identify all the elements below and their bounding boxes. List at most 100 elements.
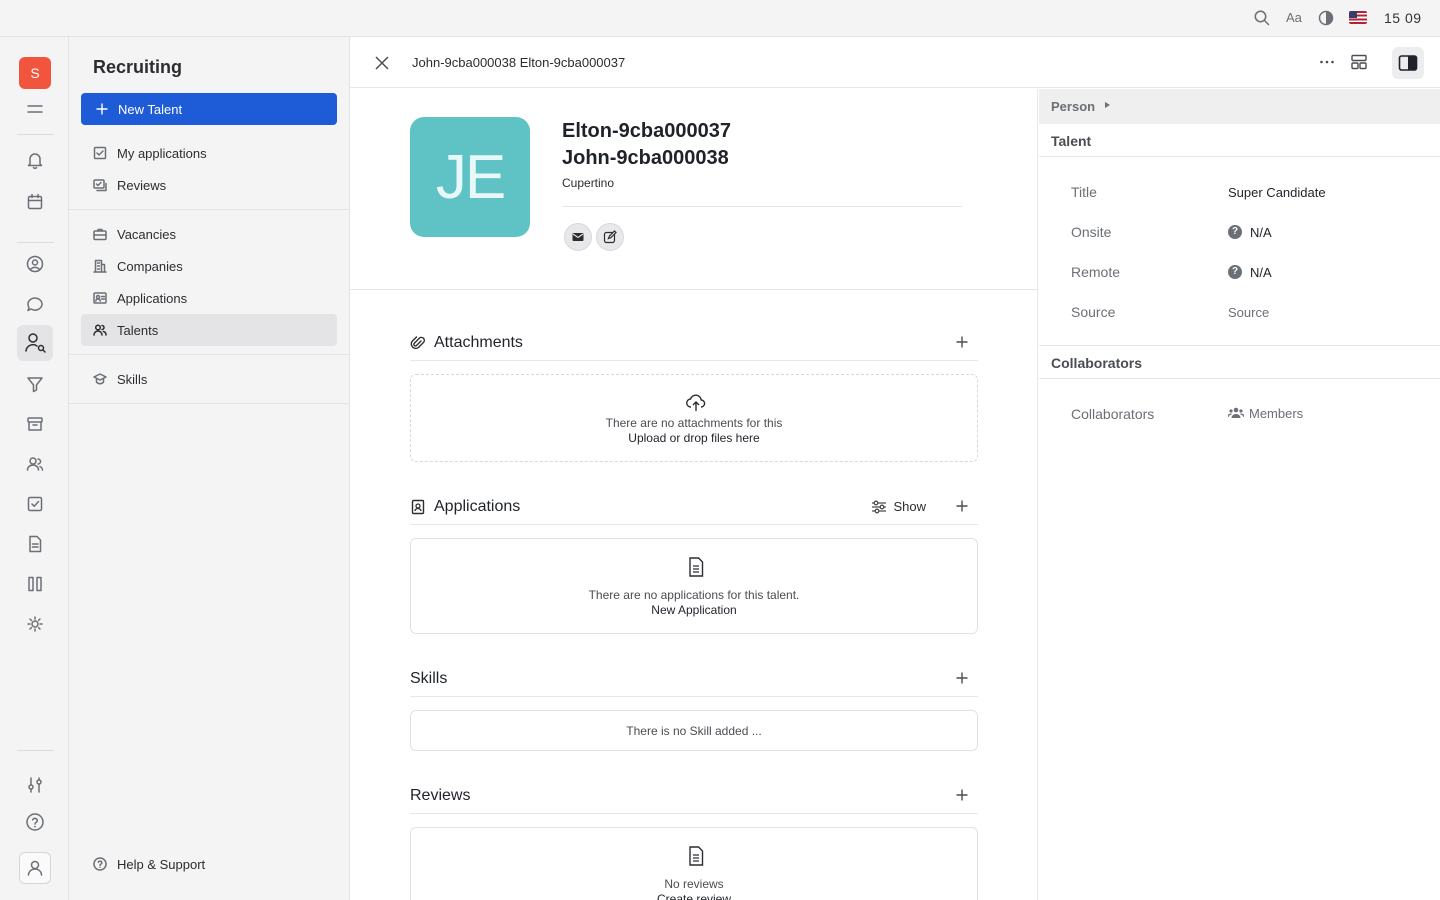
create-review-link[interactable]: Create review (411, 892, 977, 900)
recruiting-icon[interactable] (17, 325, 53, 361)
show-filter-button[interactable]: Show (872, 499, 926, 514)
bell-icon[interactable] (24, 149, 46, 171)
menu-icon[interactable] (24, 98, 46, 120)
font-size-button[interactable]: Aa (1286, 10, 1302, 25)
search-icon[interactable] (1253, 9, 1271, 27)
onsite-value[interactable]: N/A (1250, 225, 1272, 240)
field-label-source: Source (1071, 304, 1116, 320)
nav-item-reviews[interactable]: Reviews (81, 169, 337, 201)
document-icon[interactable] (24, 533, 46, 555)
id-card-icon (93, 291, 107, 305)
unknown-icon: ? (1228, 265, 1242, 279)
document-icon (685, 556, 707, 578)
us-flag-icon[interactable] (1349, 11, 1367, 24)
more-options-icon[interactable] (1318, 53, 1336, 71)
help-icon (93, 857, 107, 871)
members-value[interactable]: Members (1249, 406, 1303, 421)
add-skill-button[interactable] (956, 672, 968, 684)
nav-item-talents[interactable]: Talents (81, 314, 337, 346)
triangle-right-icon (1105, 102, 1110, 108)
funnel-icon[interactable] (24, 373, 46, 395)
avatar[interactable]: JE (410, 117, 530, 237)
settings-icon[interactable] (24, 774, 46, 796)
attachments-dropzone[interactable]: There are no attachments for this Upload… (410, 374, 978, 462)
field-label-remote: Remote (1071, 264, 1121, 280)
nav-item-skills[interactable]: Skills (81, 363, 337, 395)
add-contact-button[interactable] (596, 223, 624, 251)
nav-item-companies[interactable]: Companies (81, 250, 337, 282)
building-icon (93, 259, 107, 273)
workspace-button[interactable]: S (19, 57, 51, 89)
nav-item-vacancies[interactable]: Vacancies (81, 218, 337, 250)
briefcase-icon (93, 227, 107, 241)
edit-icon (603, 230, 617, 244)
close-icon[interactable] (374, 55, 390, 71)
city[interactable]: Cupertino (562, 176, 614, 190)
last-name[interactable]: Elton-9cba000037 (562, 120, 731, 143)
help-icon[interactable] (24, 811, 46, 833)
main-panel: John-9cba000038 Elton-9cba000037 JE Elto… (350, 37, 1440, 900)
checkbox-icon[interactable] (24, 493, 46, 515)
attributes-aside: Person Talent Title Super Candidate Onsi… (1039, 89, 1440, 900)
add-attachment-button[interactable] (956, 336, 968, 348)
graduation-icon (93, 372, 107, 386)
chat-icon[interactable] (24, 293, 46, 315)
first-name[interactable]: John-9cba000038 (562, 147, 729, 170)
people-icon[interactable] (24, 453, 46, 475)
add-application-button[interactable] (956, 500, 968, 512)
panel-header: John-9cba000038 Elton-9cba000037 (350, 37, 1440, 88)
aside-toggle-button[interactable] (1392, 47, 1424, 79)
remote-value[interactable]: N/A (1250, 265, 1272, 280)
navigator-panel: Recruiting New Talent My applications Re… (69, 37, 350, 900)
reviews-icon (93, 178, 107, 192)
new-application-link[interactable]: New Application (411, 603, 977, 617)
title-value[interactable]: Super Candidate (1228, 185, 1326, 200)
upload-link[interactable]: Upload or drop files here (411, 431, 977, 445)
reviews-empty: No reviews Create review (410, 827, 978, 900)
layout-icon[interactable] (1350, 53, 1368, 71)
add-review-button[interactable] (956, 789, 968, 801)
talent-content: JE Elton-9cba000037 John-9cba000038 Cupe… (350, 89, 1038, 900)
person-mixin-toggle[interactable]: Person (1039, 89, 1440, 124)
plus-icon (95, 102, 109, 116)
sidebar-icon (1398, 55, 1418, 71)
profile-button[interactable] (19, 852, 51, 884)
divider (562, 206, 962, 207)
field-label-collaborators: Collaborators (1071, 406, 1155, 422)
email-button[interactable] (564, 223, 592, 251)
board-icon[interactable] (24, 573, 46, 595)
skills-empty: There is no Skill added ... (410, 710, 978, 751)
applications-empty: There are no applications for this talen… (410, 538, 978, 634)
members-icon (1228, 406, 1244, 420)
id-badge-icon (410, 499, 426, 515)
skills-section: Skills There is no Skill added ... (410, 661, 978, 751)
collaborators-group-header: Collaborators (1039, 346, 1440, 379)
contacts-icon[interactable] (24, 253, 46, 275)
talent-group-header: Talent (1039, 124, 1440, 157)
section-title: Attachments (434, 334, 523, 351)
section-title: Reviews (410, 787, 471, 804)
section-title: Skills (410, 670, 448, 687)
panel-title: John-9cba000038 Elton-9cba000037 (412, 55, 626, 70)
app-rail: S (0, 37, 69, 900)
field-label-onsite: Onsite (1071, 224, 1112, 240)
top-bar: Aa 15 09 (0, 0, 1440, 37)
source-value[interactable]: Source (1228, 305, 1269, 320)
section-title: Applications (434, 498, 521, 515)
sun-icon[interactable] (24, 613, 46, 635)
field-label-title: Title (1071, 184, 1097, 200)
paperclip-icon (410, 335, 426, 351)
nav-title: Recruiting (93, 57, 183, 77)
new-talent-button[interactable]: New Talent (81, 93, 337, 125)
archive-icon[interactable] (24, 413, 46, 435)
contrast-icon[interactable] (1317, 9, 1335, 27)
mail-icon (572, 233, 584, 241)
checkbox-icon (93, 146, 107, 160)
nav-item-applications[interactable]: Applications (81, 282, 337, 314)
calendar-icon[interactable] (24, 191, 46, 213)
people-icon (93, 323, 107, 337)
upload-cloud-icon (685, 391, 707, 413)
nav-item-my-applications[interactable]: My applications (81, 137, 337, 169)
reviews-section: Reviews No reviews Create review (410, 778, 978, 900)
applications-section: Applications Show There are no applicati… (410, 489, 978, 634)
